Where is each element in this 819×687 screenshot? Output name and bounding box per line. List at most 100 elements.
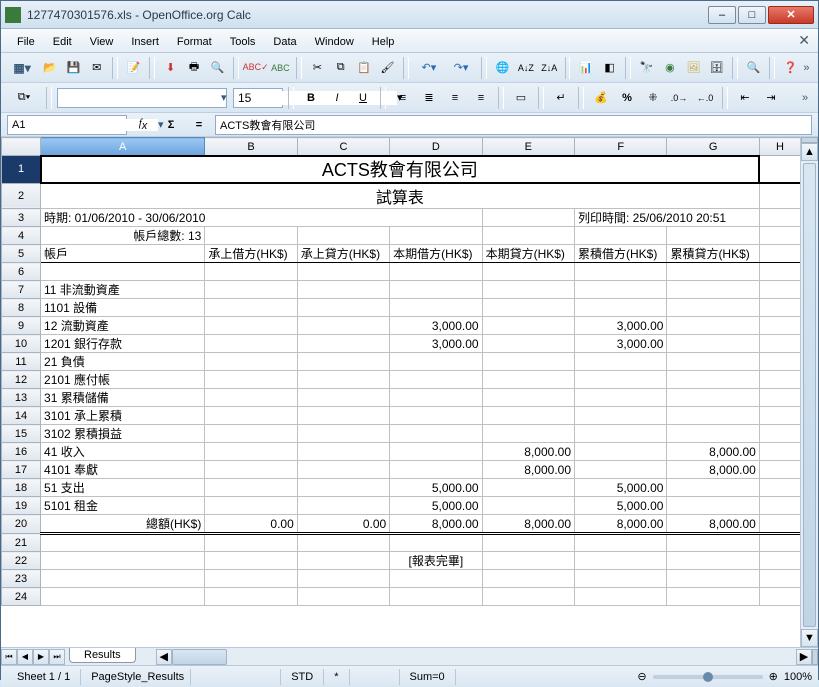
row-header-21[interactable]: 21 — [2, 534, 41, 552]
italic-button[interactable]: I — [325, 86, 349, 110]
cell-E19[interactable] — [482, 497, 574, 515]
edit-file-button[interactable]: 📝 — [123, 56, 144, 80]
cell-E4[interactable] — [482, 227, 574, 245]
cell-B10[interactable] — [205, 335, 297, 353]
increase-indent-button[interactable]: ⇥ — [759, 86, 783, 110]
tab-last-icon[interactable]: ⏭ — [49, 649, 65, 665]
row-header-24[interactable]: 24 — [2, 588, 41, 606]
cell-D5[interactable]: 本期借方(HK$) — [390, 245, 482, 263]
datasources-button[interactable]: 🗄 — [706, 56, 727, 80]
cell-C6[interactable] — [297, 263, 389, 281]
cell-F21[interactable] — [575, 534, 667, 552]
font-name-combo[interactable]: ▾ — [57, 88, 227, 108]
name-box[interactable]: ▾ — [7, 115, 127, 135]
currency-button[interactable]: 💰 — [589, 86, 613, 110]
cell-A10[interactable]: 1201 銀行存款 — [41, 335, 205, 353]
hyperlink-button[interactable]: 🌐 — [492, 56, 513, 80]
cell-G6[interactable] — [667, 263, 759, 281]
equals-button[interactable]: = — [187, 113, 211, 137]
cell-A22[interactable] — [41, 552, 205, 570]
cell-H24[interactable] — [759, 588, 800, 606]
align-center-button[interactable]: ≣ — [417, 86, 441, 110]
col-header-H[interactable]: H — [759, 138, 800, 156]
cell-B17[interactable] — [205, 461, 297, 479]
chart-button[interactable]: 📊 — [575, 56, 596, 80]
cell-G14[interactable] — [667, 407, 759, 425]
menu-tools[interactable]: Tools — [222, 31, 264, 51]
col-header-D[interactable]: D — [390, 138, 482, 156]
row-header-20[interactable]: 20 — [2, 515, 41, 534]
cell-G9[interactable] — [667, 317, 759, 335]
cell-G4[interactable] — [667, 227, 759, 245]
cell-C22[interactable] — [297, 552, 389, 570]
print-button[interactable]: 🖶 — [183, 56, 204, 80]
cell-A13[interactable]: 31 累積儲備 — [41, 389, 205, 407]
cell-C19[interactable] — [297, 497, 389, 515]
cell-C11[interactable] — [297, 353, 389, 371]
row-header-14[interactable]: 14 — [2, 407, 41, 425]
scroll-down-icon[interactable]: ▼ — [801, 629, 818, 647]
cell-B8[interactable] — [205, 299, 297, 317]
cell-D15[interactable] — [390, 425, 482, 443]
cell-F19[interactable]: 5,000.00 — [575, 497, 667, 515]
cell-A12[interactable]: 2101 應付帳 — [41, 371, 205, 389]
cell-E10[interactable] — [482, 335, 574, 353]
cell-H8[interactable] — [759, 299, 800, 317]
cell-E14[interactable] — [482, 407, 574, 425]
cell-D20[interactable]: 8,000.00 — [390, 515, 482, 534]
cell-A9[interactable]: 12 流動資產 — [41, 317, 205, 335]
cell-G20[interactable]: 8,000.00 — [667, 515, 759, 534]
cell-A20[interactable]: 總額(HK$) — [41, 515, 205, 534]
cell-B20[interactable]: 0.00 — [205, 515, 297, 534]
cell-F13[interactable] — [575, 389, 667, 407]
cell-E8[interactable] — [482, 299, 574, 317]
cell-D6[interactable] — [390, 263, 482, 281]
cell-H6[interactable] — [759, 263, 800, 281]
email-button[interactable]: ✉ — [86, 56, 107, 80]
cell-F14[interactable] — [575, 407, 667, 425]
cell-H15[interactable] — [759, 425, 800, 443]
underline-button[interactable]: U — [351, 86, 375, 110]
chevron-down-icon[interactable]: ▾ — [221, 91, 227, 104]
save-button[interactable]: 💾 — [63, 56, 84, 80]
cell-B14[interactable] — [205, 407, 297, 425]
cell-F12[interactable] — [575, 371, 667, 389]
cell-G24[interactable] — [667, 588, 759, 606]
cell-B24[interactable] — [205, 588, 297, 606]
cell-G10[interactable] — [667, 335, 759, 353]
toolbar-more-icon[interactable]: » — [802, 92, 812, 104]
cell-A23[interactable] — [41, 570, 205, 588]
cell-A15[interactable]: 3102 累積損益 — [41, 425, 205, 443]
cell-H18[interactable] — [759, 479, 800, 497]
cell-C12[interactable] — [297, 371, 389, 389]
menu-data[interactable]: Data — [265, 31, 304, 51]
cell-H21[interactable] — [759, 534, 800, 552]
cell-E5[interactable]: 本期貸方(HK$) — [482, 245, 574, 263]
cell-H20[interactable] — [759, 515, 800, 534]
cell-C24[interactable] — [297, 588, 389, 606]
cell-C14[interactable] — [297, 407, 389, 425]
cell-G15[interactable] — [667, 425, 759, 443]
cell-B4[interactable] — [205, 227, 297, 245]
cell-F5[interactable]: 累積借方(HK$) — [575, 245, 667, 263]
cell-H23[interactable] — [759, 570, 800, 588]
cell-A4[interactable]: 帳戶總數: 13 — [41, 227, 205, 245]
cell-D14[interactable] — [390, 407, 482, 425]
cell-H3[interactable] — [759, 209, 800, 227]
cell-C17[interactable] — [297, 461, 389, 479]
row-header-9[interactable]: 9 — [2, 317, 41, 335]
status-sum[interactable]: Sum=0 — [400, 669, 456, 685]
toolbar-more-icon[interactable]: » — [803, 62, 812, 74]
fx-button[interactable]: fx — [131, 113, 155, 137]
cell-C9[interactable] — [297, 317, 389, 335]
cell-F10[interactable]: 3,000.00 — [575, 335, 667, 353]
cell-E6[interactable] — [482, 263, 574, 281]
menu-window[interactable]: Window — [307, 31, 362, 51]
formula-input[interactable] — [216, 119, 811, 131]
row-header-18[interactable]: 18 — [2, 479, 41, 497]
cell-B7[interactable] — [205, 281, 297, 299]
row-header-5[interactable]: 5 — [2, 245, 41, 263]
cell-E22[interactable] — [482, 552, 574, 570]
font-size-combo[interactable]: ▾ — [233, 88, 283, 108]
cell-E24[interactable] — [482, 588, 574, 606]
